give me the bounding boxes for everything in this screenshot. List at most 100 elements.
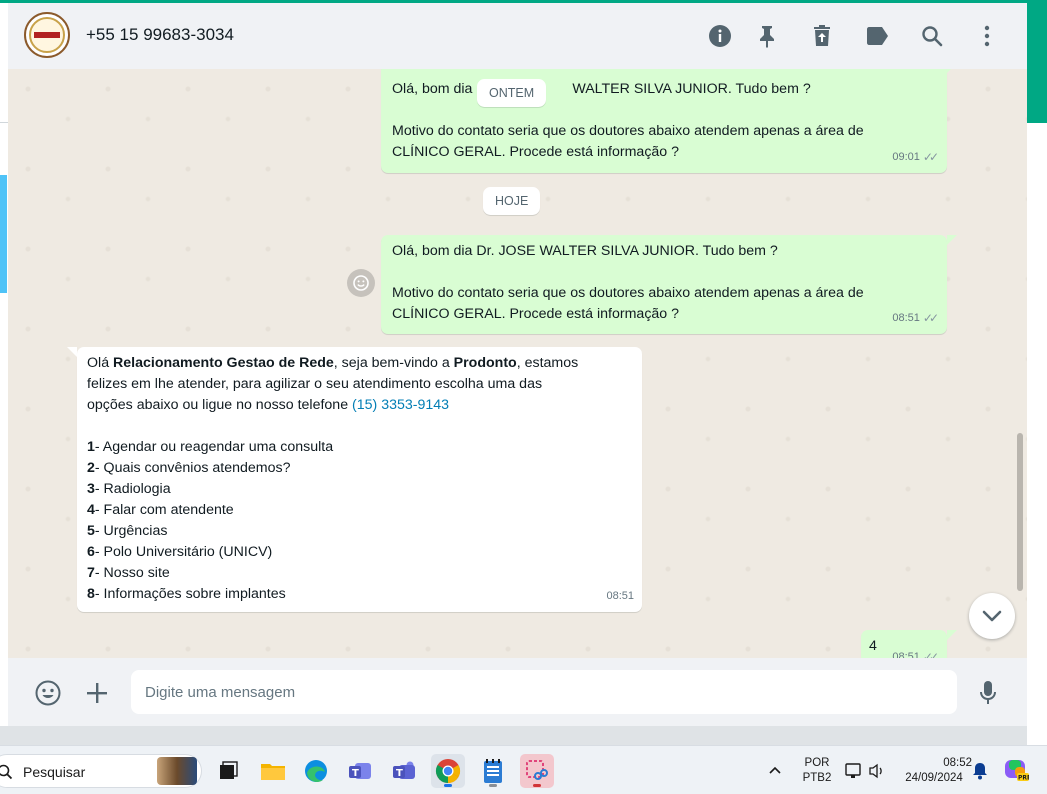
message-meta: 08:51 (606, 586, 634, 607)
file-explorer-app[interactable] (256, 754, 290, 788)
window-bottom-shadow (0, 726, 1027, 745)
snipping-tool-app[interactable] (520, 754, 554, 788)
chrome-icon (435, 759, 461, 783)
message-bold-company: Prodonto (453, 355, 517, 371)
menu-option: 6- Polo Universitário (UNICV) (87, 542, 632, 563)
pin-icon[interactable] (754, 23, 780, 49)
menu-option: 3- Radiologia (87, 479, 632, 500)
menu-icon[interactable] (974, 23, 1000, 49)
message-outgoing[interactable]: Olá, bom dia Dr. JOSE WALTER SILVA JUNIO… (381, 235, 947, 334)
message-time: 08:51 (892, 651, 920, 658)
clock[interactable]: 08:52 24/09/2024 (896, 756, 972, 786)
contact-avatar[interactable] (24, 12, 70, 58)
menu-option: 1- Agendar ou reagendar uma consulta (87, 437, 632, 458)
clock-date: 24/09/2024 (905, 772, 963, 784)
microphone-icon (980, 681, 996, 704)
menu-option: 2- Quais convênios atendemos? (87, 458, 632, 479)
message-outgoing[interactable]: Olá, bom dia WALTER SILVA JUNIOR. Tudo b… (381, 69, 947, 173)
message-line: felizes em lhe atender, para agilizar o … (87, 376, 543, 392)
emoji-icon (35, 680, 61, 706)
input-language-indicator[interactable]: POR PTB2 (800, 756, 834, 786)
option-text: - Quais convênios atendemos? (94, 460, 291, 476)
teams-icon: T (393, 761, 415, 779)
react-emoji-button[interactable] (347, 269, 375, 297)
teams-app[interactable]: T (343, 754, 377, 788)
message-meta: 08:51 ✓✓ (892, 308, 939, 329)
voice-message-button[interactable] (974, 679, 1002, 707)
message-line: WALTER SILVA JUNIOR. Tudo bem ? (572, 81, 811, 97)
info-icon[interactable] (707, 23, 733, 49)
notification-bell-icon[interactable] (972, 762, 988, 785)
attach-button[interactable] (83, 679, 111, 707)
volume-icon[interactable] (868, 762, 886, 785)
active-indicator (533, 784, 541, 787)
message-incoming[interactable]: Olá Relacionamento Gestao de Rede, seja … (77, 347, 642, 612)
option-text: - Falar com atendente (94, 502, 234, 518)
message-text: , seja bem-vindo a (333, 355, 454, 371)
message-text: 4 (869, 638, 877, 654)
bubble-tail (947, 630, 957, 640)
chat-scrollbar[interactable] (1017, 433, 1023, 591)
avatar-logo (29, 17, 65, 53)
option-number: 8 (87, 586, 95, 602)
background-window-panel (1027, 123, 1047, 745)
clock-time: 08:52 (943, 757, 972, 769)
bubble-tail (67, 347, 77, 357)
option-number: 4 (87, 502, 95, 518)
emoji-button[interactable] (34, 679, 62, 707)
snipping-tool-icon (526, 760, 548, 780)
edge-app[interactable] (299, 754, 333, 788)
message-line: CLÍNICO GERAL. Procede está informação ? (392, 144, 680, 160)
message-input[interactable] (131, 670, 957, 714)
contact-name[interactable]: +55 15 99683-3034 (86, 25, 234, 45)
option-number: 2 (87, 460, 95, 476)
option-text: - Informações sobre implantes (94, 586, 286, 602)
option-text: - Nosso site (94, 565, 170, 581)
teams-work-app[interactable]: T (387, 754, 421, 788)
message-line: Motivo do contato seria que os doutores … (392, 123, 864, 139)
scroll-to-bottom-button[interactable] (969, 593, 1015, 639)
label-icon[interactable] (864, 23, 890, 49)
double-check-icon: ✓✓ (922, 150, 939, 164)
notepad-app[interactable] (476, 754, 510, 788)
phone-link[interactable]: (15) 3353-9143 (352, 397, 449, 413)
message-text: Olá (87, 355, 114, 371)
bubble-tail (947, 69, 957, 73)
chat-header: +55 15 99683-3034 (8, 3, 1027, 69)
task-view-button[interactable] (211, 754, 245, 788)
message-outgoing[interactable]: 4 08:51 ✓✓ (861, 630, 947, 658)
windows-taskbar: Pesquisar T T POR PTB2 08:52 24/09/2024 … (0, 745, 1047, 794)
message-time: 09:01 (892, 151, 920, 163)
search-highlight-image (157, 757, 197, 785)
chevron-up-icon (769, 766, 781, 774)
option-text: - Radiologia (94, 481, 171, 497)
network-icon[interactable] (845, 762, 863, 785)
copilot-icon[interactable]: PRE (1003, 757, 1031, 788)
message-meta: 09:01 ✓✓ (892, 147, 939, 168)
double-check-icon: ✓✓ (922, 311, 939, 325)
archive-delete-icon[interactable] (809, 23, 835, 49)
menu-options: 1- Agendar ou reagendar uma consulta 2- … (87, 437, 632, 605)
message-time: 08:51 (892, 312, 920, 324)
show-hidden-icons-button[interactable] (768, 762, 782, 780)
taskbar-search-label: Pesquisar (23, 764, 86, 780)
option-number: 1 (87, 439, 95, 455)
chat-area[interactable]: Olá, bom dia WALTER SILVA JUNIOR. Tudo b… (8, 69, 1027, 658)
background-window-highlight (0, 175, 7, 293)
chrome-app[interactable] (431, 754, 465, 788)
running-indicator (489, 784, 497, 787)
menu-option: 7- Nosso site (87, 563, 632, 584)
search-icon (0, 764, 13, 780)
notepad-icon (484, 759, 502, 783)
taskbar-search-box[interactable]: Pesquisar (0, 754, 202, 788)
option-number: 3 (87, 481, 95, 497)
background-window-accent (1027, 3, 1047, 123)
option-text: - Polo Universitário (UNICV) (94, 544, 273, 560)
message-bold-name: Relacionamento Gestao de Rede (113, 355, 334, 371)
search-icon[interactable] (919, 23, 945, 49)
message-meta: 08:51 ✓✓ (892, 647, 939, 658)
folder-icon (261, 764, 285, 780)
svg-text:T: T (396, 768, 403, 779)
svg-text:T: T (352, 768, 359, 779)
option-number: 5 (87, 523, 95, 539)
